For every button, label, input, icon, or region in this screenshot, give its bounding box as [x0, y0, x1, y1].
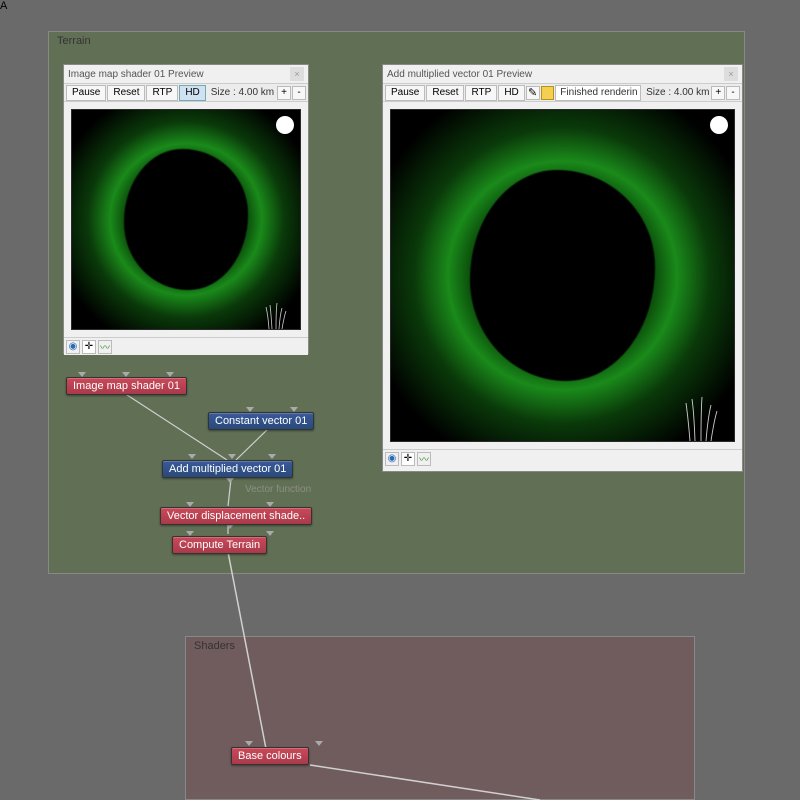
shaders-panel: Shaders: [185, 636, 695, 800]
preview-window-image-map: Image map shader 01 Preview × Pause Rese…: [63, 64, 309, 354]
node-image-map-shader[interactable]: Image map shader 01: [66, 377, 187, 395]
preview-title: Image map shader 01 Preview: [68, 69, 290, 80]
node-add-multiplied-vector[interactable]: Add multiplied vector 01: [162, 460, 293, 478]
crosshair-icon[interactable]: ✛: [82, 340, 96, 354]
render-viewport[interactable]: [390, 109, 735, 442]
sun-icon[interactable]: [276, 116, 294, 134]
crosshair-icon[interactable]: ✛: [401, 452, 415, 466]
node-vector-displacement-shader[interactable]: Vector displacement shade..: [160, 507, 312, 525]
preview-title: Add multiplied vector 01 Preview: [387, 69, 724, 80]
size-label: Size : 4.00 km: [211, 87, 274, 98]
node-base-colours[interactable]: Base colours: [231, 747, 309, 765]
curve-icon[interactable]: 〰: [98, 340, 112, 354]
preview-header: Image map shader 01 Preview ×: [64, 65, 308, 83]
size-plus-button[interactable]: +: [711, 86, 725, 100]
shaders-panel-title: Shaders: [186, 637, 694, 655]
size-plus-button[interactable]: +: [277, 86, 291, 100]
size-minus-button[interactable]: -: [292, 86, 306, 100]
reset-button[interactable]: Reset: [426, 85, 464, 101]
vector-function-label: Vector function: [245, 484, 311, 495]
preview-header: Add multiplied vector 01 Preview ×: [383, 65, 742, 83]
eye-icon[interactable]: ◉: [66, 340, 80, 354]
rtp-button[interactable]: RTP: [146, 85, 178, 101]
pause-button[interactable]: Pause: [385, 85, 425, 101]
curve-icon[interactable]: 〰: [417, 452, 431, 466]
render-viewport[interactable]: [71, 109, 301, 330]
node-compute-terrain[interactable]: Compute Terrain: [172, 536, 267, 554]
pause-button[interactable]: Pause: [66, 85, 106, 101]
size-label: Size : 4.00 km: [646, 87, 709, 98]
rtp-button[interactable]: RTP: [465, 85, 497, 101]
sun-icon[interactable]: [710, 116, 728, 134]
hd-button[interactable]: HD: [179, 85, 205, 101]
preview-window-add-mult: Add multiplied vector 01 Preview × Pause…: [382, 64, 743, 472]
highlight-tool-icon[interactable]: [541, 86, 555, 100]
preview-footer: ◉ ✛ 〰: [64, 337, 308, 355]
eye-icon[interactable]: ◉: [385, 452, 399, 466]
preview-toolbar: Pause Reset RTP HD Size : 4.00 km + -: [64, 83, 308, 102]
pencil-icon[interactable]: ✎: [526, 86, 540, 100]
close-icon[interactable]: ×: [290, 67, 304, 81]
size-minus-button[interactable]: -: [726, 86, 740, 100]
close-icon[interactable]: ×: [724, 67, 738, 81]
node-active-badge[interactable]: A: [0, 0, 800, 12]
render-status: Finished renderin: [555, 85, 641, 101]
terrain-panel-title: Terrain: [49, 32, 744, 50]
preview-footer: ◉ ✛ 〰: [383, 449, 742, 467]
reset-button[interactable]: Reset: [107, 85, 145, 101]
node-constant-vector[interactable]: Constant vector 01: [208, 412, 314, 430]
preview-toolbar: Pause Reset RTP HD ✎ Finished renderin S…: [383, 83, 742, 102]
hd-button[interactable]: HD: [498, 85, 524, 101]
